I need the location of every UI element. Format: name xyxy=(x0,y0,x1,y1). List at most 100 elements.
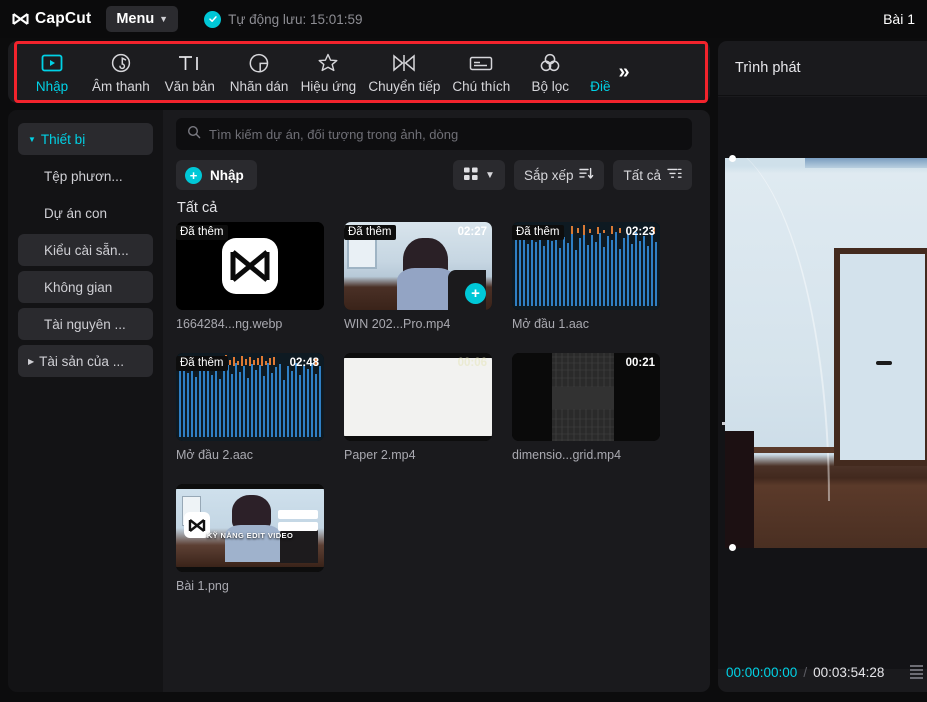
menu-label: Menu xyxy=(116,11,155,27)
media-file-name: Bài 1.png xyxy=(176,579,229,593)
media-file-name: Paper 2.mp4 xyxy=(344,448,416,462)
add-to-timeline-button[interactable]: + xyxy=(465,283,486,304)
player-title: Trình phát xyxy=(735,60,801,76)
media-thumbnail[interactable]: Đã thêm 02:23 xyxy=(512,222,660,310)
media-file-name: dimensio...grid.mp4 xyxy=(512,448,622,462)
sidebar-item-label: Tài sản của ... xyxy=(39,353,124,369)
frame-edge-marker xyxy=(722,422,725,425)
added-badge: Đã thêm xyxy=(344,225,397,240)
sidebar-item-label: Thiết bị xyxy=(40,131,86,147)
sidebar-item-tai-nguyen[interactable]: Tài nguyên ... xyxy=(18,308,153,340)
media-thumbnail[interactable]: 00:21 xyxy=(512,353,660,441)
sidebar-item-tai-san-cua[interactable]: ▶ Tài sản của ... xyxy=(18,345,153,377)
player-header: Trình phát xyxy=(718,41,927,96)
capcut-logo-icon xyxy=(12,12,29,27)
menu-button[interactable]: Menu ▼ xyxy=(106,6,179,32)
tab-am-thanh[interactable]: Âm thanh xyxy=(86,49,156,96)
chevron-double-right-icon[interactable]: » xyxy=(618,62,629,82)
door-handle xyxy=(876,360,893,365)
sidebar-item-kieu-cai-san[interactable]: Kiểu cài sẵn... xyxy=(18,234,153,266)
tab-label: Nhãn dán xyxy=(229,78,289,94)
media-thumbnail[interactable]: Đã thêm xyxy=(176,222,324,310)
crop-handle-bottom-left[interactable] xyxy=(729,544,736,551)
tab-chuyen-tiep[interactable]: Chuyển tiếp xyxy=(362,49,446,96)
media-duration: 00:06 xyxy=(457,357,487,369)
tab-label: Chuyển tiếp xyxy=(368,78,441,94)
sidebar-item-tep-phuong[interactable]: Tệp phươn... xyxy=(18,160,153,192)
view-mode-button[interactable]: ▼ xyxy=(453,160,505,190)
player-panel: Trình phát 00:00:00:00 / 00:03:54:28 xyxy=(718,41,927,692)
sort-button[interactable]: Sắp xếp xyxy=(513,160,605,190)
check-circle-icon xyxy=(204,10,222,28)
autosave-status: Tự động lưu: 15:01:59 xyxy=(204,10,363,28)
media-grid: Đã thêm 1664284...ng.webp Đã thêm 02:27 … xyxy=(176,222,700,688)
tab-label: Bộ lọc xyxy=(531,78,569,94)
tab-dieu-chinh[interactable]: Điề xyxy=(584,49,616,96)
caret-down-icon: ▼ xyxy=(28,134,36,144)
sidebar-item-khong-gian[interactable]: Không gian xyxy=(18,271,153,303)
media-file-name: 1664284...ng.webp xyxy=(176,317,283,331)
media-file-name: Mở đầu 2.aac xyxy=(176,448,253,462)
import-button[interactable]: + Nhập xyxy=(176,160,257,190)
media-thumbnail[interactable]: 00:06 xyxy=(344,353,492,441)
sidebar-item-du-an-con[interactable]: Dự án con xyxy=(18,197,153,229)
media-card[interactable]: Đã thêm 02:23 Mở đầu 1.aac xyxy=(512,222,660,331)
section-title: Tất cả xyxy=(177,200,218,216)
media-card[interactable]: Đã thêm 1664284...ng.webp xyxy=(176,222,324,331)
player-timebar: 00:00:00:00 / 00:03:54:28 xyxy=(718,652,927,692)
brand-name: CapCut xyxy=(35,10,92,27)
media-card[interactable]: KỸ NĂNG EDIT VIDEO Bài 1.png xyxy=(176,484,324,593)
capcut-logo-icon xyxy=(222,238,278,294)
filter-button-label: Tất cả xyxy=(623,167,661,183)
transition-icon xyxy=(391,51,417,75)
plus-circle-icon: + xyxy=(185,166,202,184)
tab-label: Chú thích xyxy=(452,78,511,94)
media-card[interactable]: Đã thêm 02:27 + WIN 202...Pro.mp4 xyxy=(344,222,492,331)
sparkle-star-icon xyxy=(316,51,340,75)
text-ti-icon xyxy=(175,51,205,75)
media-file-name: WIN 202...Pro.mp4 xyxy=(344,317,451,331)
title-bar: CapCut Menu ▼ Tự động lưu: 15:01:59 Bài … xyxy=(0,0,927,38)
media-duration: 02:27 xyxy=(457,226,487,238)
media-sidebar: ▼ Thiết bị Tệp phươn... Dự án con Kiểu c… xyxy=(8,110,163,692)
tab-nhap[interactable]: Nhập xyxy=(18,49,86,96)
tab-van-ban[interactable]: Văn bản xyxy=(156,49,224,96)
added-badge: Đã thêm xyxy=(512,225,565,240)
tab-bo-loc[interactable]: Bộ lọc xyxy=(516,49,584,96)
tab-hieu-ung[interactable]: Hiệu ứng xyxy=(294,49,362,96)
crop-handle-top-left[interactable] xyxy=(729,155,736,162)
media-card[interactable]: Đã thêm 02:48 Mở đầu 2.aac xyxy=(176,353,324,462)
sidebar-item-label: Tài nguyên ... xyxy=(44,316,126,332)
video-preview[interactable] xyxy=(725,158,927,548)
capcut-window: CapCut Menu ▼ Tự động lưu: 15:01:59 Bài … xyxy=(0,0,927,702)
tab-label: Hiệu ứng xyxy=(300,78,357,94)
player-menu-icon[interactable] xyxy=(910,665,923,679)
tab-nhan-dan[interactable]: Nhãn dán xyxy=(224,49,295,96)
media-card[interactable]: 00:21 dimensio...grid.mp4 xyxy=(512,353,660,462)
sort-button-label: Sắp xếp xyxy=(523,167,574,183)
search-bar[interactable]: Tìm kiếm dự án, đối tượng trong ảnh, dòn… xyxy=(176,118,692,150)
media-browser: Tìm kiếm dự án, đối tượng trong ảnh, dòn… xyxy=(163,110,710,692)
sidebar-item-thiet-bi[interactable]: ▼ Thiết bị xyxy=(18,123,153,155)
media-card[interactable]: 00:06 Paper 2.mp4 xyxy=(344,353,492,462)
lesson-thumbnail-art: KỸ NĂNG EDIT VIDEO xyxy=(176,484,324,572)
filter-button[interactable]: Tất cả xyxy=(613,160,692,190)
brand: CapCut xyxy=(12,10,91,28)
tab-label: Điề xyxy=(590,78,611,94)
caret-right-icon: ▶ xyxy=(28,356,35,366)
chevron-down-icon: ▼ xyxy=(485,169,495,181)
sidebar-item-label: Dự án con xyxy=(44,205,108,221)
paper-sheet xyxy=(344,358,492,436)
tab-chu-thich[interactable]: Chú thích xyxy=(446,49,516,96)
media-thumbnail[interactable]: Đã thêm 02:27 + xyxy=(344,222,492,310)
tab-label: Văn bản xyxy=(164,78,215,94)
sticker-icon xyxy=(247,51,271,75)
caption-icon xyxy=(468,51,494,75)
search-input[interactable]: Tìm kiếm dự án, đối tượng trong ảnh, dòn… xyxy=(209,127,458,142)
filter-funnel-icon xyxy=(667,166,682,184)
media-thumbnail[interactable]: KỸ NĂNG EDIT VIDEO xyxy=(176,484,324,572)
chevron-down-icon: ▼ xyxy=(159,14,169,24)
current-timecode[interactable]: 00:00:00:00 xyxy=(726,665,797,680)
media-thumbnail[interactable]: Đã thêm 02:48 xyxy=(176,353,324,441)
media-file-name: Mở đầu 1.aac xyxy=(512,317,589,331)
